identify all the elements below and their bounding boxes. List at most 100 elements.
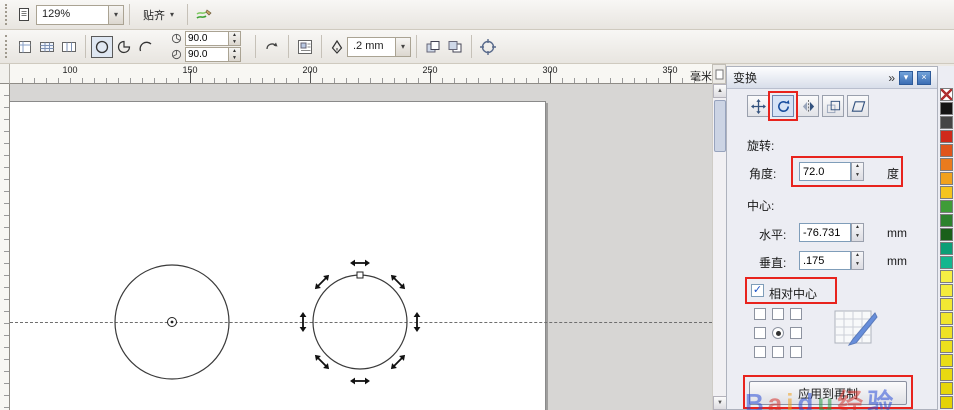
- outline-width-combobox[interactable]: .2 mm ▾: [347, 37, 411, 57]
- relative-center-checkbox[interactable]: ✓: [751, 284, 764, 297]
- end-angle-input[interactable]: [185, 47, 229, 62]
- docker-rollup-icon[interactable]: ▾: [899, 71, 913, 85]
- palette-swatch[interactable]: [940, 284, 953, 297]
- arc-shape-button[interactable]: [135, 36, 157, 58]
- end-angle-spinner[interactable]: ▲ ▼: [229, 47, 241, 62]
- skew-handle-left[interactable]: [300, 312, 307, 332]
- spinner-up-icon[interactable]: ▲: [852, 252, 863, 261]
- anchor-bottom-right[interactable]: [790, 346, 802, 358]
- spinner-down-icon[interactable]: ▼: [229, 39, 240, 46]
- start-angle-input[interactable]: [185, 31, 229, 46]
- mirror-mode-button[interactable]: [797, 95, 819, 117]
- palette-swatch[interactable]: [940, 326, 953, 339]
- curve-node-handle[interactable]: [357, 272, 363, 278]
- rotate-handle-top-right[interactable]: [389, 273, 408, 292]
- drawing-canvas[interactable]: [10, 84, 712, 410]
- palette-swatch[interactable]: [940, 88, 953, 101]
- drawing-assist-button[interactable]: [193, 4, 215, 26]
- palette-swatch[interactable]: [940, 270, 953, 283]
- anchor-bottom-center[interactable]: [772, 346, 784, 358]
- ruler-origin-corner[interactable]: [0, 64, 10, 84]
- palette-swatch[interactable]: [940, 102, 953, 115]
- rotate-handle-bottom-left[interactable]: [313, 353, 332, 372]
- spinner-down-icon[interactable]: ▼: [852, 261, 863, 270]
- palette-swatch[interactable]: [940, 354, 953, 367]
- spinner-up-icon[interactable]: ▲: [852, 163, 863, 172]
- target-button[interactable]: [477, 36, 499, 58]
- palette-swatch[interactable]: [940, 298, 953, 311]
- palette-swatch[interactable]: [940, 396, 953, 409]
- spinner-down-icon[interactable]: ▼: [852, 233, 863, 242]
- toolbar-separator: [321, 35, 322, 58]
- chevron-down-icon[interactable]: ▾: [395, 38, 410, 56]
- start-angle-spinner[interactable]: ▲ ▼: [229, 31, 241, 46]
- toolbar-grip[interactable]: [5, 4, 10, 24]
- spinner-down-icon[interactable]: ▼: [852, 172, 863, 181]
- horizontal-center-input[interactable]: [799, 223, 851, 242]
- palette-swatch[interactable]: [940, 144, 953, 157]
- zoom-level-combobox[interactable]: 129% ▾: [36, 5, 124, 25]
- anchor-bottom-left[interactable]: [754, 346, 766, 358]
- palette-swatch[interactable]: [940, 256, 953, 269]
- vertical-center-input[interactable]: [799, 251, 851, 270]
- change-direction-button[interactable]: [261, 36, 283, 58]
- vertical-ruler[interactable]: [0, 84, 10, 410]
- vertical-spinner[interactable]: ▲ ▼: [851, 251, 864, 270]
- skew-handle-bottom[interactable]: [350, 378, 370, 385]
- skew-handle-right[interactable]: [414, 312, 421, 332]
- snap-dropdown-button[interactable]: 贴齐 ▾: [135, 4, 182, 26]
- palette-swatch[interactable]: [940, 214, 953, 227]
- palette-swatch[interactable]: [940, 186, 953, 199]
- palette-swatch[interactable]: [940, 368, 953, 381]
- palette-swatch[interactable]: [940, 382, 953, 395]
- palette-swatch[interactable]: [940, 116, 953, 129]
- position-mode-button[interactable]: [747, 95, 769, 117]
- horizontal-spinner[interactable]: ▲ ▼: [851, 223, 864, 242]
- chevron-down-icon[interactable]: ▾: [108, 6, 123, 24]
- pie-shape-button[interactable]: [113, 36, 135, 58]
- angle-spinner[interactable]: ▲ ▼: [851, 162, 864, 181]
- anchor-top-center[interactable]: [772, 308, 784, 320]
- palette-swatch[interactable]: [940, 158, 953, 171]
- object-position-icon-button[interactable]: [14, 36, 36, 58]
- scroll-down-icon[interactable]: ▼: [713, 396, 727, 410]
- anchor-top-left[interactable]: [754, 308, 766, 320]
- rotate-mode-button[interactable]: [772, 95, 794, 117]
- palette-swatch[interactable]: [940, 242, 953, 255]
- docker-collapse-chevron[interactable]: »: [888, 71, 895, 85]
- ellipse-shape-button[interactable]: [91, 36, 113, 58]
- palette-swatch[interactable]: [940, 130, 953, 143]
- palette-swatch[interactable]: [940, 228, 953, 241]
- wrap-text-button[interactable]: [294, 36, 316, 58]
- anchor-center-selected[interactable]: [772, 327, 784, 339]
- scrollbar-thumb[interactable]: [714, 100, 726, 152]
- object-scale-icon-button[interactable]: [58, 36, 80, 58]
- palette-swatch[interactable]: [940, 200, 953, 213]
- spinner-down-icon[interactable]: ▼: [229, 55, 240, 62]
- rotation-center-marker[interactable]: [168, 318, 177, 327]
- rotate-handle-bottom-right[interactable]: [389, 353, 408, 372]
- view-navigator-button[interactable]: [712, 64, 726, 84]
- angle-input[interactable]: [799, 162, 851, 181]
- skew-mode-button[interactable]: [847, 95, 869, 117]
- to-back-button[interactable]: [444, 36, 466, 58]
- rotate-handle-top-left[interactable]: [313, 273, 332, 292]
- anchor-middle-left[interactable]: [754, 327, 766, 339]
- canvas-vertical-scrollbar[interactable]: ▲ ▼: [712, 84, 726, 410]
- docker-close-icon[interactable]: ×: [917, 71, 931, 85]
- document-icon-button[interactable]: [14, 4, 36, 26]
- horizontal-ruler[interactable]: 100 150 200 250 300 350: [10, 64, 712, 84]
- anchor-top-right[interactable]: [790, 308, 802, 320]
- anchor-middle-right[interactable]: [790, 327, 802, 339]
- circle-object-2-selected[interactable]: [313, 275, 407, 369]
- palette-swatch[interactable]: [940, 312, 953, 325]
- skew-handle-top[interactable]: [350, 260, 370, 267]
- size-mode-button[interactable]: [822, 95, 844, 117]
- palette-swatch[interactable]: [940, 172, 953, 185]
- to-front-button[interactable]: [422, 36, 444, 58]
- toolbar-grip[interactable]: [5, 35, 10, 58]
- spinner-up-icon[interactable]: ▲: [852, 224, 863, 233]
- scroll-up-icon[interactable]: ▲: [713, 84, 727, 98]
- palette-swatch[interactable]: [940, 340, 953, 353]
- object-size-icon-button[interactable]: [36, 36, 58, 58]
